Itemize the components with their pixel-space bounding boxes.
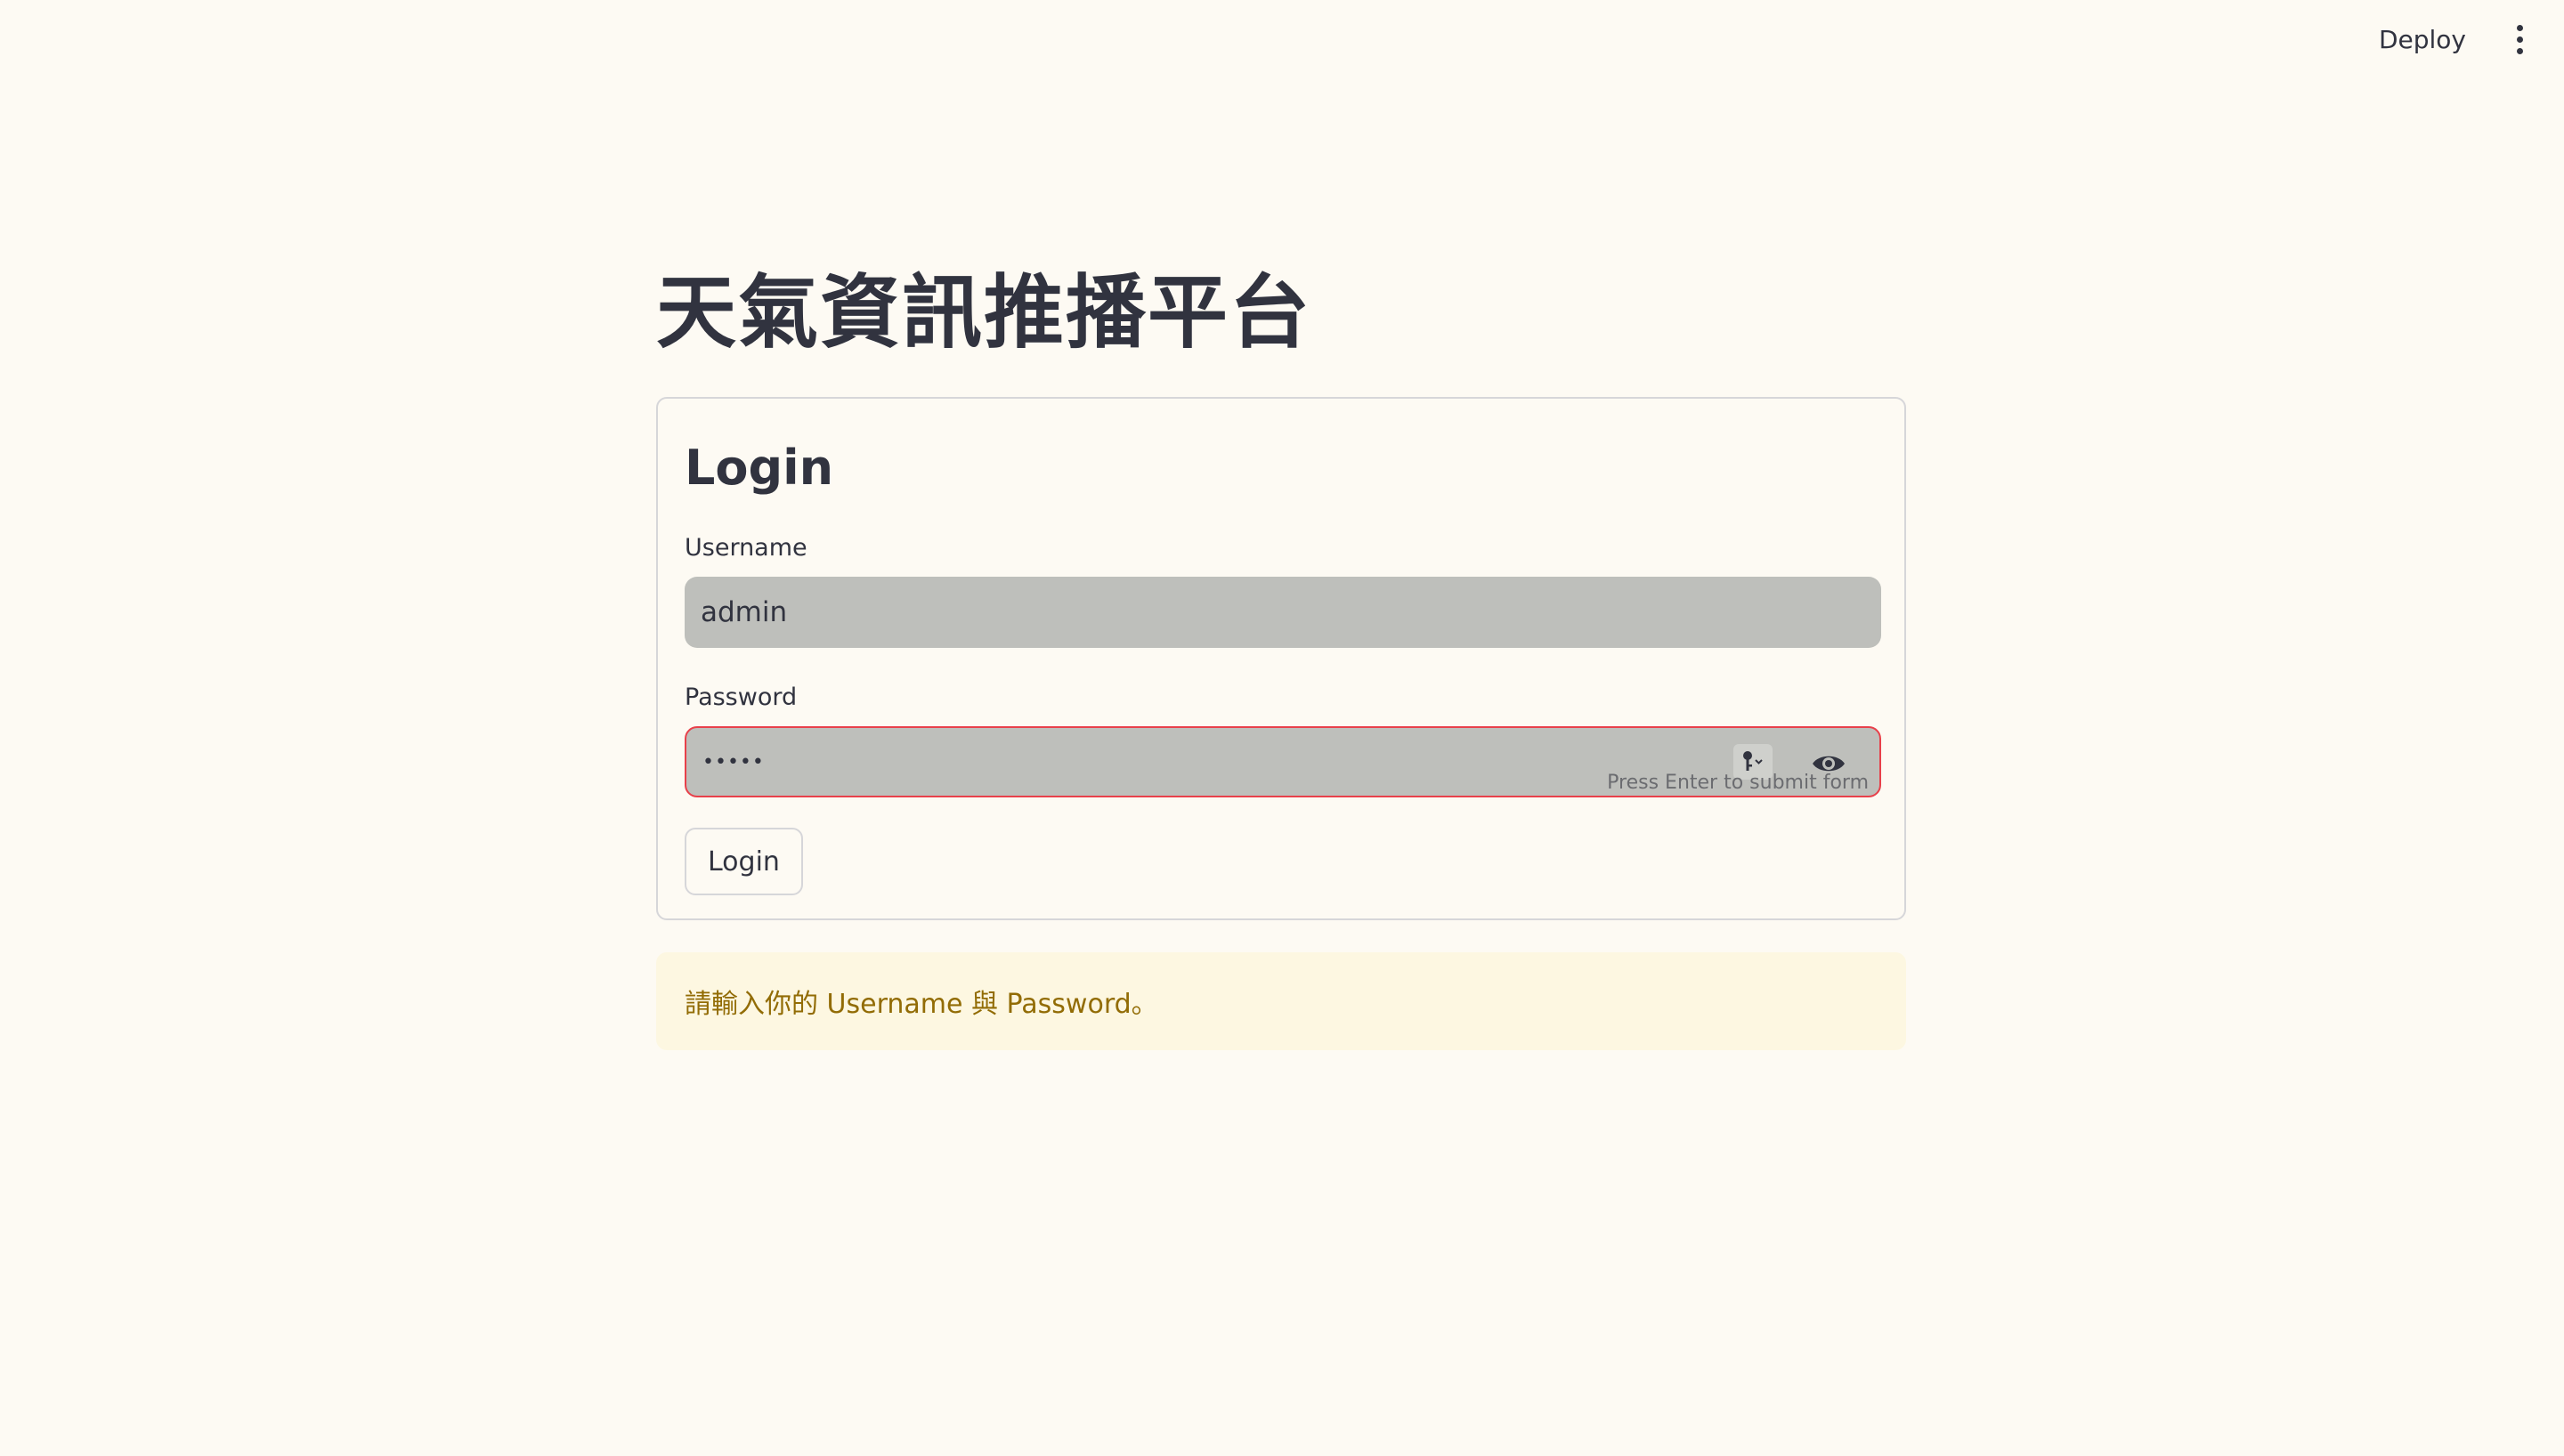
vertical-dots-icon[interactable] <box>2502 12 2537 66</box>
top-toolbar: Deploy <box>2368 0 2564 78</box>
username-label: Username <box>685 534 807 562</box>
page-title: 天氣資訊推播平台 <box>656 266 1311 360</box>
password-field-container: Press Enter to submit form <box>685 726 1881 797</box>
submit-hint: Press Enter to submit form <box>1607 772 1869 794</box>
alert-message: 請輸入你的 Username 與 Password。 <box>685 989 1158 1020</box>
login-form: Login Username Password <box>656 397 1906 920</box>
username-field-container <box>685 577 1881 648</box>
username-field[interactable] <box>685 577 1881 648</box>
form-title: Login <box>685 440 834 496</box>
warning-alert: 請輸入你的 Username 與 Password。 <box>656 952 1906 1050</box>
password-label: Password <box>685 684 798 711</box>
deploy-button[interactable]: Deploy <box>2368 18 2477 61</box>
login-button[interactable]: Login <box>685 828 803 895</box>
